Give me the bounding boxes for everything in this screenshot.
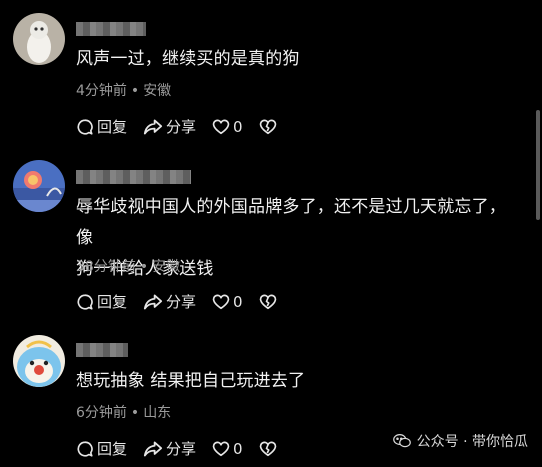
- like-button[interactable]: 0: [212, 440, 243, 458]
- username-blurred[interactable]: [76, 170, 191, 184]
- comment-text-line: 风声一过，继续买的是真的狗: [76, 49, 300, 69]
- share-button[interactable]: 分享: [143, 116, 196, 137]
- share-button[interactable]: 分享: [143, 438, 196, 459]
- comment-time: 4分钟前: [76, 83, 127, 99]
- share-icon: [143, 441, 163, 456]
- meta-separator: •: [139, 259, 149, 275]
- comment-text: 想玩抽象 结果把自己玩进去了: [76, 366, 522, 397]
- comment-actions: 回复 分享 0: [76, 438, 296, 459]
- share-icon: [143, 294, 163, 309]
- dislike-button[interactable]: [259, 440, 280, 457]
- share-icon: [143, 119, 163, 134]
- comment-time: 6分钟前: [76, 405, 127, 421]
- meta-separator: •: [130, 405, 140, 421]
- comment-text-line: 辱华歧视中国人的外国品牌多了，还不是过几天就忘了，像: [76, 197, 506, 248]
- like-count: 0: [233, 117, 243, 136]
- username-blurred[interactable]: [76, 343, 128, 357]
- reply-icon: [77, 118, 93, 135]
- like-count: 0: [233, 439, 243, 458]
- comment-text: 风声一过，继续买的是真的狗: [76, 44, 522, 75]
- reply-icon: [77, 293, 93, 310]
- avatar[interactable]: [13, 335, 65, 387]
- comment-actions: 回复 分享 0: [76, 116, 296, 137]
- share-button[interactable]: 分享: [143, 291, 196, 312]
- comment-location: 山东: [143, 405, 172, 421]
- comment-location: 安徽: [143, 83, 172, 99]
- comment-location: 安徽: [152, 259, 181, 275]
- comments-page: 风声一过，继续买的是真的狗 4分钟前 • 安徽 回复 分享 0 辱华歧视中国人的…: [0, 0, 542, 467]
- meta-separator: •: [130, 83, 140, 99]
- share-label: 分享: [166, 118, 197, 136]
- reply-button[interactable]: 回复: [76, 291, 127, 312]
- watermark: 公众号 · 带你恰瓜: [392, 431, 528, 451]
- broken-heart-icon: [259, 294, 276, 310]
- avatar[interactable]: [13, 13, 65, 65]
- comment-time: 38分钟前: [76, 259, 136, 275]
- reply-label: 回复: [97, 440, 128, 458]
- like-count: 0: [233, 292, 243, 311]
- broken-heart-icon: [259, 441, 276, 457]
- comment-meta: 38分钟前 • 安徽: [76, 256, 180, 276]
- dislike-button[interactable]: [259, 118, 280, 135]
- reply-label: 回复: [97, 118, 128, 136]
- username-blurred[interactable]: [76, 22, 146, 36]
- like-button[interactable]: 0: [212, 293, 243, 311]
- heart-icon: [212, 441, 230, 457]
- wechat-icon: [392, 434, 411, 448]
- heart-icon: [212, 294, 230, 310]
- dislike-button[interactable]: [259, 293, 280, 310]
- share-label: 分享: [166, 440, 197, 458]
- reply-icon: [77, 440, 93, 457]
- reply-button[interactable]: 回复: [76, 116, 127, 137]
- comment-meta: 6分钟前 • 山东: [76, 402, 171, 422]
- avatar[interactable]: [13, 160, 65, 212]
- like-button[interactable]: 0: [212, 118, 243, 136]
- comment-text-line: 想玩抽象 结果把自己玩进去了: [76, 371, 306, 391]
- comment-meta: 4分钟前 • 安徽: [76, 80, 171, 100]
- reply-button[interactable]: 回复: [76, 438, 127, 459]
- broken-heart-icon: [259, 119, 276, 135]
- comment-actions: 回复 分享 0: [76, 291, 296, 312]
- scrollbar[interactable]: [536, 110, 540, 220]
- heart-icon: [212, 119, 230, 135]
- watermark-text: 公众号 · 带你恰瓜: [416, 434, 528, 450]
- reply-label: 回复: [97, 293, 128, 311]
- share-label: 分享: [166, 293, 197, 311]
